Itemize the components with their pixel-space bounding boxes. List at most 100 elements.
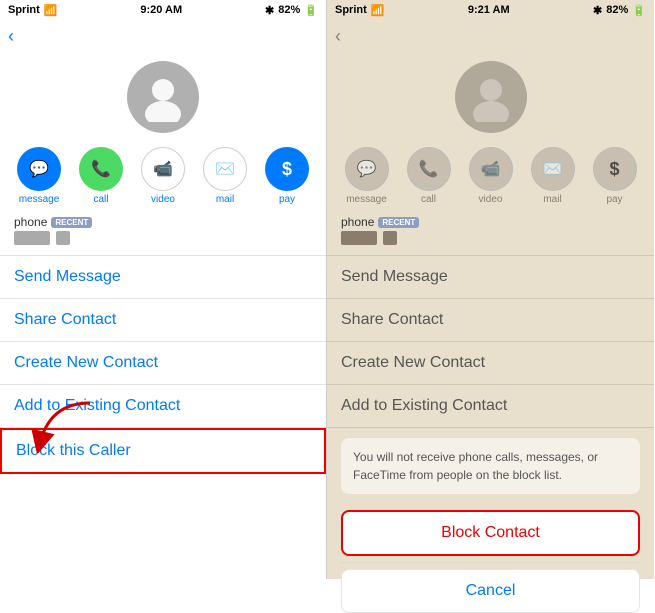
status-bar-right: Sprint 📶 9:21 AM ✱ 82% 🔋 [327, 0, 654, 20]
avatar-area-right [327, 53, 654, 139]
phone-section-right: phone RECENT [327, 209, 654, 249]
action-call-left[interactable]: 📞 call [79, 147, 123, 205]
right-panel: Sprint 📶 9:21 AM ✱ 82% 🔋 ‹ 💬 message 📞 [327, 0, 654, 579]
menu-list-right: Send Message Share Contact Create New Co… [327, 255, 654, 428]
call-icon-left: 📞 [79, 147, 123, 191]
phone-text-right: phone [341, 215, 374, 229]
avatar-icon-left [138, 72, 188, 122]
back-chevron-right: ‹ [335, 26, 341, 46]
menu-item-create-new-label-right: Create New Contact [341, 354, 485, 371]
message-icon-right: 💬 [345, 147, 389, 191]
menu-item-send-message-right[interactable]: Send Message [327, 256, 654, 299]
bluetooth-icon-right: ✱ [593, 4, 602, 17]
block-contact-label: Block Contact [441, 524, 540, 541]
phone-label-right: phone RECENT [341, 215, 640, 229]
cancel-button[interactable]: Cancel [341, 569, 640, 613]
phone-number-block-right [341, 231, 377, 245]
phone-label-left: phone RECENT [14, 215, 312, 229]
back-button-right[interactable]: ‹ [327, 20, 654, 53]
status-left: Sprint 📶 [8, 4, 57, 17]
menu-item-create-new-label-left: Create New Contact [14, 354, 158, 371]
status-left-right: Sprint 📶 [335, 4, 384, 17]
avatar-right [455, 61, 527, 133]
avatar-left [127, 61, 199, 133]
wifi-icon: 📶 [44, 4, 58, 17]
block-contact-button[interactable]: Block Contact [341, 510, 640, 556]
bluetooth-icon: ✱ [265, 4, 274, 17]
block-caller-row: Block this Caller [0, 428, 326, 474]
action-pay-label-right: pay [606, 194, 622, 205]
action-mail-left[interactable]: ✉️ mail [203, 147, 247, 205]
action-message-label-left: message [19, 194, 60, 205]
battery-left: 82% [278, 4, 300, 16]
block-info-box: You will not receive phone calls, messag… [341, 438, 640, 494]
wifi-icon-right: 📶 [371, 4, 385, 17]
menu-item-share-contact-right[interactable]: Share Contact [327, 299, 654, 342]
battery-icon-left: 🔋 [304, 4, 318, 17]
phone-text-left: phone [14, 215, 47, 229]
action-pay-left[interactable]: $ pay [265, 147, 309, 205]
back-chevron-left: ‹ [8, 26, 14, 46]
red-arrow-icon [30, 398, 100, 453]
action-mail-right[interactable]: ✉️ mail [531, 147, 575, 205]
red-arrow-container [30, 398, 100, 458]
action-message-right[interactable]: 💬 message [345, 147, 389, 205]
time-left: 9:20 AM [140, 4, 182, 16]
action-row-right: 💬 message 📞 call 📹 video ✉️ mail $ pay [327, 139, 654, 209]
action-video-label-right: video [479, 194, 503, 205]
action-call-label-left: call [93, 194, 108, 205]
phone-number-row-right [341, 231, 640, 245]
menu-item-send-message-label-right: Send Message [341, 268, 448, 285]
back-button-left[interactable]: ‹ [0, 20, 326, 53]
mail-icon-right: ✉️ [531, 147, 575, 191]
phone-section-left: phone RECENT [0, 209, 326, 249]
time-right: 9:21 AM [468, 4, 510, 16]
video-icon-left: 📹 [141, 147, 185, 191]
menu-item-create-new-right[interactable]: Create New Contact [327, 342, 654, 385]
action-message-label-right: message [346, 194, 387, 205]
pay-icon-left: $ [265, 147, 309, 191]
menu-item-send-message-left[interactable]: Send Message [0, 256, 326, 299]
action-mail-label-left: mail [216, 194, 234, 205]
action-message-left[interactable]: 💬 message [17, 147, 61, 205]
menu-item-share-contact-left[interactable]: Share Contact [0, 299, 326, 342]
menu-item-send-message-label-left: Send Message [14, 268, 121, 285]
avatar-icon-right [466, 72, 516, 122]
status-bar-left: Sprint 📶 9:20 AM ✱ 82% 🔋 [0, 0, 326, 20]
status-right-left: ✱ 82% 🔋 [265, 4, 318, 17]
call-icon-right: 📞 [407, 147, 451, 191]
action-video-left[interactable]: 📹 video [141, 147, 185, 205]
mail-icon-left: ✉️ [203, 147, 247, 191]
action-video-right[interactable]: 📹 video [469, 147, 513, 205]
menu-item-share-contact-label-right: Share Contact [341, 311, 443, 328]
action-row-left: 💬 message 📞 call 📹 video ✉️ mail $ pay [0, 139, 326, 209]
block-info-text: You will not receive phone calls, messag… [353, 450, 598, 482]
recent-badge-right: RECENT [378, 217, 419, 228]
phone-number-row-left [14, 231, 312, 245]
menu-list-left: Send Message Share Contact Create New Co… [0, 255, 326, 579]
carrier-right: Sprint [335, 4, 367, 16]
action-pay-label-left: pay [279, 194, 295, 205]
menu-item-create-new-left[interactable]: Create New Contact [0, 342, 326, 385]
menu-item-add-existing-right[interactable]: Add to Existing Contact [327, 385, 654, 428]
phone-number-block2-right [383, 231, 397, 245]
avatar-area-left [0, 53, 326, 139]
action-pay-right[interactable]: $ pay [593, 147, 637, 205]
status-right-right: ✱ 82% 🔋 [593, 4, 646, 17]
cancel-label: Cancel [466, 582, 516, 599]
action-mail-label-right: mail [543, 194, 561, 205]
divider-right [341, 562, 640, 563]
recent-badge-left: RECENT [51, 217, 92, 228]
message-icon-left: 💬 [17, 147, 61, 191]
left-panel: Sprint 📶 9:20 AM ✱ 82% 🔋 ‹ 💬 message 📞 [0, 0, 327, 579]
battery-right: 82% [606, 4, 628, 16]
carrier-left: Sprint [8, 4, 40, 16]
battery-icon-right: 🔋 [632, 4, 646, 17]
video-icon-right: 📹 [469, 147, 513, 191]
action-call-right[interactable]: 📞 call [407, 147, 451, 205]
phone-number-block2-left [56, 231, 70, 245]
phone-number-block-left [14, 231, 50, 245]
action-call-label-right: call [421, 194, 436, 205]
action-video-label-left: video [151, 194, 175, 205]
menu-item-share-contact-label-left: Share Contact [14, 311, 116, 328]
